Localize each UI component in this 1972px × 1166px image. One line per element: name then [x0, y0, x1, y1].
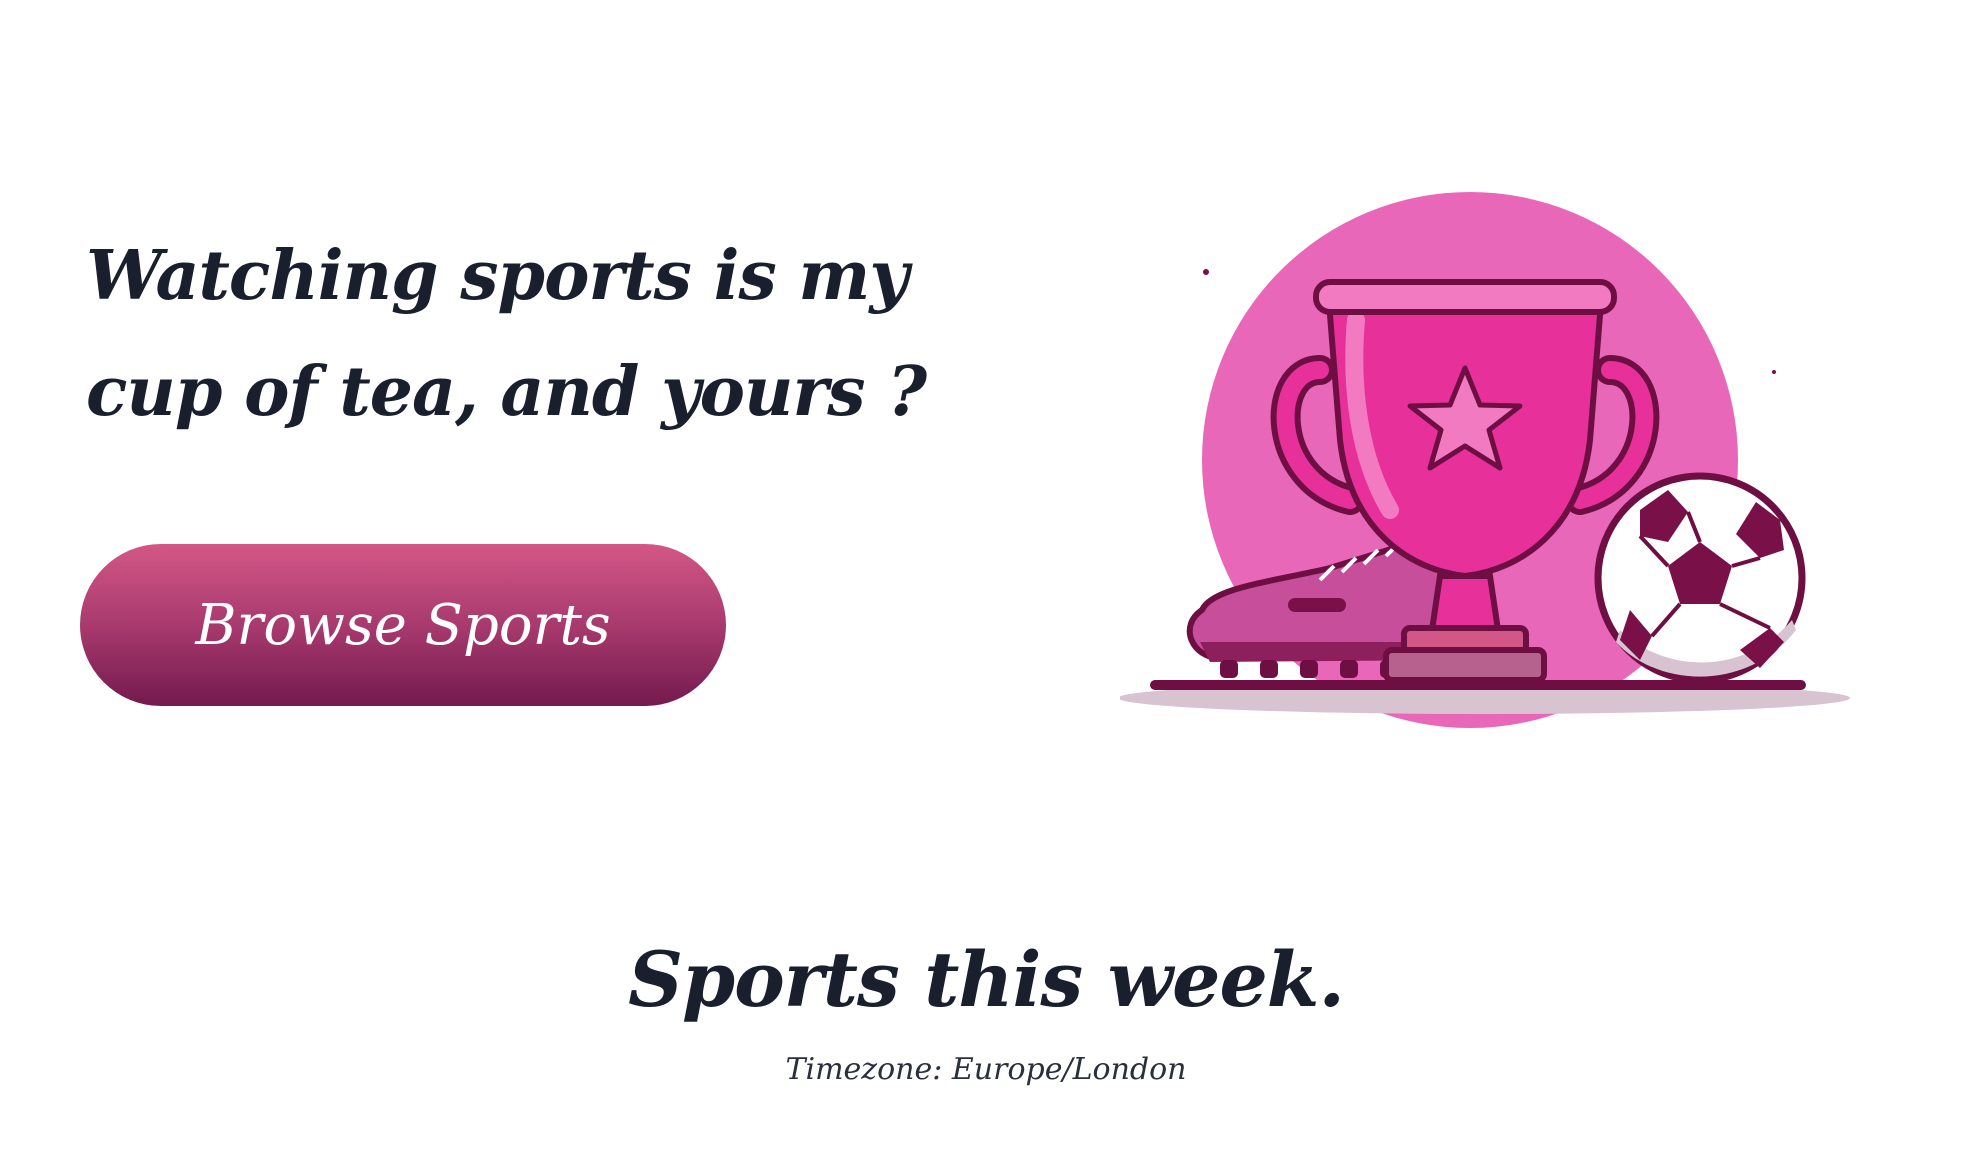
browse-sports-label: Browse Sports	[195, 592, 611, 658]
soccer-ball-icon	[1594, 472, 1806, 684]
section-title: Sports this week.	[628, 935, 1345, 1024]
hero-title: Watching sports is my cup of tea, and yo…	[86, 236, 927, 432]
trophy-scene-illustration	[1118, 192, 1850, 728]
timezone-label: Timezone: Europe/London	[785, 1052, 1187, 1087]
browse-sports-button[interactable]: Browse Sports	[80, 544, 726, 706]
hero-illustration	[1118, 190, 1880, 730]
